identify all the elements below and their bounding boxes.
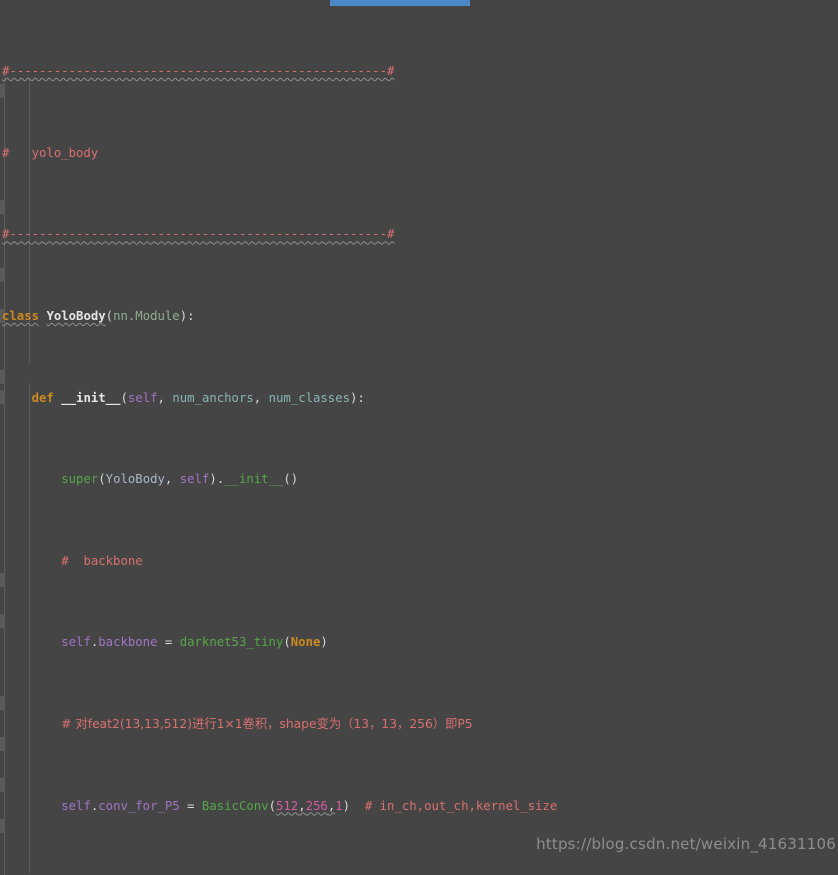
code-token-call: super — [61, 472, 99, 487]
code-token-comment: # in_ch,out_ch,kernel_size — [364, 798, 558, 813]
code-editor[interactable]: #---------------------------------------… — [0, 0, 838, 875]
code-line[interactable]: # yolo_body — [0, 143, 838, 163]
code-line[interactable]: class YoloBody(nn.Module): — [0, 306, 838, 326]
code-content[interactable]: #---------------------------------------… — [0, 0, 838, 875]
code-token-classname: YoloBody — [46, 309, 106, 324]
code-line[interactable]: #---------------------------------------… — [0, 61, 838, 81]
code-line[interactable]: super(YoloBody, self).__init__() — [0, 469, 838, 489]
code-token-comment: # backbone — [61, 553, 143, 568]
code-token-comment: #---------------------------------------… — [2, 227, 395, 242]
code-token-base-class: nn.Module — [113, 309, 180, 324]
code-line[interactable]: # backbone — [0, 551, 838, 571]
code-token-call: BasicConv — [201, 798, 269, 813]
code-line[interactable]: def __init__(self, num_anchors, num_clas… — [0, 388, 838, 408]
code-line[interactable]: self.backbone = darknet53_tiny(None) — [0, 632, 838, 652]
code-line[interactable]: # 对feat2(13,13,512)进行1×1卷积，shape变为（13，13… — [0, 714, 838, 734]
code-line[interactable]: self.conv_for_P5 = BasicConv(512,256,1) … — [0, 796, 838, 816]
code-token-keyword: class — [2, 309, 40, 324]
code-line[interactable]: #---------------------------------------… — [0, 224, 838, 244]
code-token-comment: # yolo_body — [2, 145, 99, 160]
code-token-call: darknet53_tiny — [179, 635, 284, 650]
csdn-watermark: https://blog.csdn.net/weixin_41631106 — [536, 835, 836, 853]
code-token-funcname: __init__ — [61, 390, 121, 405]
code-token-comment: # 对feat2(13,13,512)进行1×1卷积，shape变为（13，13… — [61, 717, 473, 732]
code-token-self: self — [127, 390, 158, 405]
code-token-keyword: def — [31, 390, 54, 405]
code-token-comment: #---------------------------------------… — [2, 64, 395, 79]
